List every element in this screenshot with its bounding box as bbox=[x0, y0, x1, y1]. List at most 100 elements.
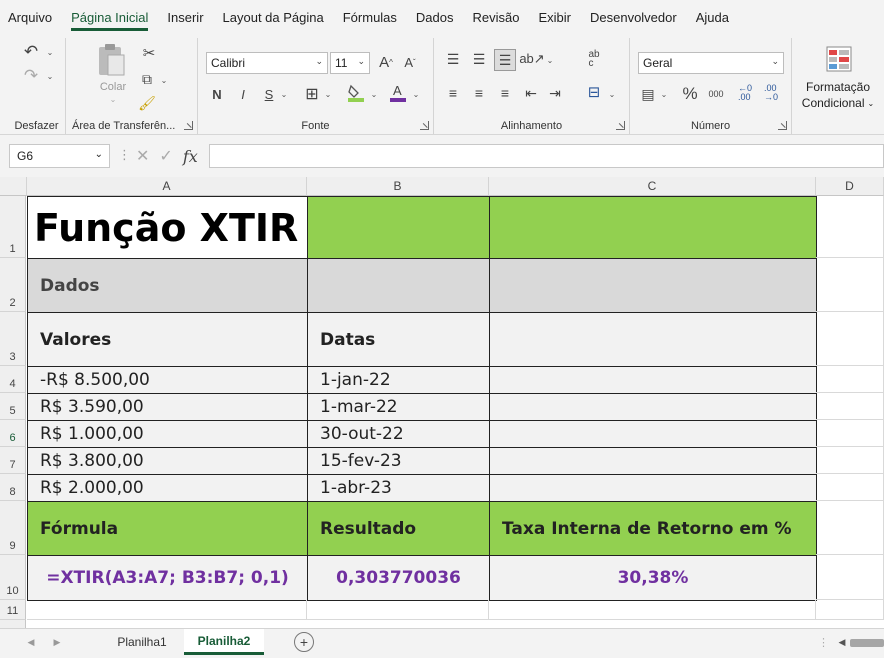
row-header-9[interactable]: 9 bbox=[0, 501, 26, 555]
cell-c7[interactable] bbox=[489, 447, 817, 475]
cell-c1[interactable] bbox=[489, 196, 817, 259]
column-header-d[interactable]: D bbox=[816, 177, 884, 196]
decrease-indent-icon[interactable]: ⇤ bbox=[522, 84, 540, 102]
add-sheet-icon[interactable]: + bbox=[294, 632, 314, 652]
cell-b11[interactable] bbox=[307, 600, 489, 620]
cell-a10[interactable]: =XTIR(A3:A7; B3:B7; 0,1) bbox=[27, 555, 308, 601]
menu-formulas[interactable]: Fórmulas bbox=[343, 4, 397, 31]
align-middle-icon[interactable]: ☰ bbox=[470, 50, 488, 68]
paste-icon[interactable] bbox=[94, 42, 128, 78]
cell-b4[interactable]: 1-jan-22 bbox=[307, 366, 490, 394]
cell-c6[interactable] bbox=[489, 420, 817, 448]
cell-d1[interactable] bbox=[816, 196, 884, 258]
cell-b7[interactable]: 15-fev-23 bbox=[307, 447, 490, 475]
cell-c3[interactable] bbox=[489, 312, 817, 367]
orientation-icon[interactable]: ab↗ bbox=[519, 50, 544, 68]
borders-dropdown-icon[interactable]: ⌄ bbox=[324, 88, 332, 100]
shrink-font-icon[interactable]: Aˇ bbox=[400, 52, 420, 72]
menu-inserir[interactable]: Inserir bbox=[167, 4, 203, 31]
cell-a7[interactable]: R$ 3.800,00 bbox=[27, 447, 308, 475]
row-header-4[interactable]: 4 bbox=[0, 366, 26, 393]
menu-arquivo[interactable]: Arquivo bbox=[8, 4, 52, 31]
format-painter-icon[interactable]: 🖌 bbox=[138, 94, 156, 112]
menu-ajuda[interactable]: Ajuda bbox=[696, 4, 729, 31]
cell-a6[interactable]: R$ 1.000,00 bbox=[27, 420, 308, 448]
underline-dropdown-icon[interactable]: ⌄ bbox=[280, 88, 288, 100]
enter-icon[interactable]: ✓ bbox=[159, 146, 172, 166]
cell-d9[interactable] bbox=[816, 501, 884, 555]
conditional-formatting-icon[interactable] bbox=[826, 46, 852, 72]
menu-layout-da-pagina[interactable]: Layout da Página bbox=[223, 4, 324, 31]
borders-icon[interactable]: ⊞ bbox=[302, 84, 322, 104]
row-header-12[interactable] bbox=[0, 620, 26, 628]
copy-icon[interactable]: ⧉ bbox=[138, 70, 156, 88]
number-launcher-icon[interactable] bbox=[778, 121, 787, 130]
cell-c11[interactable] bbox=[489, 600, 816, 620]
cut-icon[interactable]: ✂ bbox=[140, 44, 158, 62]
align-top-icon[interactable]: ☰ bbox=[444, 50, 462, 68]
name-box[interactable]: G6 ⌄ bbox=[9, 144, 110, 168]
cell-d7[interactable] bbox=[816, 447, 884, 474]
horizontal-scrollbar-thumb[interactable] bbox=[850, 639, 884, 647]
conditional-formatting-label-1[interactable]: Formatação bbox=[792, 80, 884, 94]
bold-icon[interactable]: N bbox=[208, 84, 226, 104]
column-header-c[interactable]: C bbox=[489, 177, 816, 196]
cell-a4[interactable]: -R$ 8.500,00 bbox=[27, 366, 308, 394]
redo-icon[interactable]: ↷ bbox=[20, 66, 42, 86]
accounting-format-icon[interactable]: ▤ bbox=[638, 84, 658, 104]
number-format-select[interactable]: Geral ⌄ bbox=[638, 52, 784, 74]
percent-style-icon[interactable]: % bbox=[680, 84, 700, 104]
row-header-8[interactable]: 8 bbox=[0, 474, 26, 501]
decrease-decimal-icon[interactable]: .00 →0 bbox=[760, 82, 782, 104]
redo-dropdown-icon[interactable]: ⌄ bbox=[46, 70, 54, 82]
row-header-6[interactable]: 6 bbox=[0, 420, 26, 447]
menu-dados[interactable]: Dados bbox=[416, 4, 454, 31]
column-header-a[interactable]: A bbox=[27, 177, 307, 196]
conditional-formatting-label-2[interactable]: Condicional ⌄ bbox=[792, 96, 884, 110]
formula-input[interactable] bbox=[209, 144, 884, 168]
cell-a9[interactable]: Fórmula bbox=[27, 501, 308, 556]
cancel-icon[interactable]: ✕ bbox=[136, 146, 149, 166]
font-color-icon[interactable]: A bbox=[388, 82, 408, 104]
cell-c9[interactable]: Taxa Interna de Retorno em % bbox=[489, 501, 817, 556]
cell-c8[interactable] bbox=[489, 474, 817, 502]
cell-a8[interactable]: R$ 2.000,00 bbox=[27, 474, 308, 502]
increase-decimal-icon[interactable]: ←0.00 bbox=[734, 82, 756, 104]
row-header-7[interactable]: 7 bbox=[0, 447, 26, 474]
fill-color-icon[interactable] bbox=[346, 82, 366, 104]
select-all-corner[interactable] bbox=[0, 177, 27, 196]
cell-d2[interactable] bbox=[816, 258, 884, 312]
grow-font-icon[interactable]: A ^ bbox=[376, 52, 396, 72]
row-header-1[interactable]: 1 bbox=[0, 196, 26, 258]
font-name-select[interactable]: Calibri ⌄ bbox=[206, 52, 328, 74]
hscroll-left-icon[interactable]: ◀ bbox=[836, 634, 848, 650]
font-color-dropdown-icon[interactable]: ⌄ bbox=[412, 88, 420, 100]
italic-icon[interactable]: I bbox=[234, 84, 252, 104]
cell-a11[interactable] bbox=[27, 600, 307, 620]
cell-d6[interactable] bbox=[816, 420, 884, 447]
font-launcher-icon[interactable] bbox=[420, 121, 429, 130]
cell-d5[interactable] bbox=[816, 393, 884, 420]
increase-indent-icon[interactable]: ⇥ bbox=[546, 84, 564, 102]
scroll-tabs-right-icon[interactable]: ▶ bbox=[50, 634, 64, 650]
underline-icon[interactable]: S bbox=[260, 84, 278, 104]
align-bottom-icon[interactable]: ☰ bbox=[494, 49, 516, 71]
cell-d4[interactable] bbox=[816, 366, 884, 393]
cell-c4[interactable] bbox=[489, 366, 817, 394]
cell-c2[interactable] bbox=[489, 258, 817, 313]
undo-dropdown-icon[interactable]: ⌄ bbox=[46, 46, 54, 58]
cell-b6[interactable]: 30-out-22 bbox=[307, 420, 490, 448]
cell-c5[interactable] bbox=[489, 393, 817, 421]
merge-dropdown-icon[interactable]: ⌄ bbox=[608, 88, 616, 100]
cell-b9[interactable]: Resultado bbox=[307, 501, 490, 556]
wrap-text-icon[interactable]: ab c bbox=[584, 48, 604, 70]
copy-dropdown-icon[interactable]: ⌄ bbox=[160, 74, 168, 86]
cell-c10[interactable]: 30,38% bbox=[489, 555, 817, 601]
merge-center-icon[interactable]: ⊟ bbox=[584, 82, 604, 102]
menu-revisao[interactable]: Revisão bbox=[473, 4, 520, 31]
undo-icon[interactable]: ↶ bbox=[20, 42, 42, 62]
clipboard-launcher-icon[interactable] bbox=[184, 121, 193, 130]
cell-b2[interactable] bbox=[307, 258, 490, 313]
menu-exibir[interactable]: Exibir bbox=[538, 4, 571, 31]
paste-dropdown-icon[interactable]: ⌄ bbox=[108, 94, 118, 104]
